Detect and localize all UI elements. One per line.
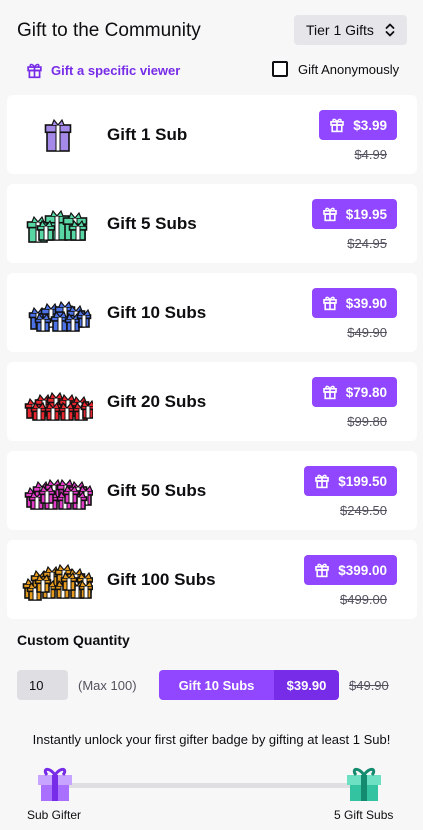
gift-custom-button[interactable]: Gift 10 Subs $39.90 [159,670,339,700]
gift-icon [315,563,329,578]
gift-box-pile-icon [24,478,93,510]
sub-gifter-badge-icon [38,767,72,801]
custom-old-price: $49.90 [349,678,389,693]
gift-old-price: $99.80 [347,414,387,429]
badge-unlock-message: Instantly unlock your first gifter badge… [32,732,391,747]
gift-option-card: Gift 5 Subs $19.95 $24.95 [7,184,417,263]
gift-option-card: Gift 100 Subs $399.00 $499.00 [7,540,417,619]
five-gift-subs-badge-icon [347,767,381,801]
gift-option-name: Gift 1 Sub [107,125,188,144]
gift-option-card: Gift 20 Subs $79.80 $99.80 [7,362,417,441]
quantity-input[interactable] [17,670,68,700]
five-gift-subs-label: 5 Gift Subs [334,808,394,822]
gift-icon [330,118,345,133]
anonymous-checkbox[interactable] [272,61,288,77]
gift-icon [27,63,42,78]
gift-option-card: Gift 50 Subs $199.50 $249.50 [7,451,417,530]
gift-anonymously-toggle[interactable]: Gift Anonymously [272,61,399,77]
gift-price-label: $79.80 [345,384,387,400]
gift-box-pile-icon [24,391,93,421]
anonymous-label: Gift Anonymously [298,61,400,77]
gift-option-card: Gift 1 Sub $3.99 $4.99 [7,95,417,174]
gift-icon [322,296,337,311]
gift-price-label: $399.00 [338,562,387,578]
gift-price-button[interactable]: $399.00 [304,555,397,585]
header: Gift to the Community Tier 1 Gifts [0,0,423,56]
gift-custom-label: Gift 10 Subs [159,670,274,700]
gift-box-pile-icon [22,563,93,601]
gift-custom-price: $39.90 [274,670,339,700]
chevron-up-down-icon [385,23,395,37]
gift-old-price: $49.90 [347,325,387,340]
page-title: Gift to the Community [17,20,201,41]
gift-icon [322,207,337,222]
max-quantity-note: (Max 100) [78,678,137,693]
gift-icon [322,385,337,400]
gift-option-name: Gift 50 Subs [107,481,207,500]
custom-quantity-label: Custom Quantity [17,632,130,648]
gift-price-button[interactable]: $79.80 [311,377,397,407]
gift-box-pile-icon [26,209,88,243]
gift-box-icon [44,118,72,152]
gift-price-label: $199.50 [338,473,387,489]
gift-price-button[interactable]: $199.50 [304,466,397,496]
gift-option-name: Gift 5 Subs [107,214,197,233]
gift-price-button[interactable]: $3.99 [319,110,397,140]
sub-gifter-label: Sub Gifter [27,808,82,822]
tier-select[interactable]: Tier 1 Gifts [294,15,407,45]
gift-icon [315,474,329,489]
gift-specific-viewer-link[interactable]: Gift a specific viewer [26,60,180,80]
gift-price-label: $3.99 [353,117,387,133]
gift-option-name: Gift 100 Subs [107,570,216,589]
badge-progress-track [60,783,360,788]
gift-old-price: $249.50 [340,503,387,518]
gift-old-price: $499.00 [340,592,387,607]
gift-old-price: $4.99 [354,147,387,162]
gift-option-card: Gift 10 Subs $39.90 $49.90 [7,273,417,352]
gift-specific-viewer-label: Gift a specific viewer [51,62,181,78]
gift-option-name: Gift 20 Subs [107,392,207,411]
tier-select-value: Tier 1 Gifts [306,22,374,38]
gift-box-pile-icon [28,300,92,332]
gift-price-label: $39.90 [345,295,387,311]
gift-option-name: Gift 10 Subs [107,303,207,322]
gift-price-button[interactable]: $19.95 [311,199,397,229]
gift-price-button[interactable]: $39.90 [311,288,397,318]
gift-old-price: $24.95 [347,236,387,251]
gift-price-label: $19.95 [345,206,387,222]
